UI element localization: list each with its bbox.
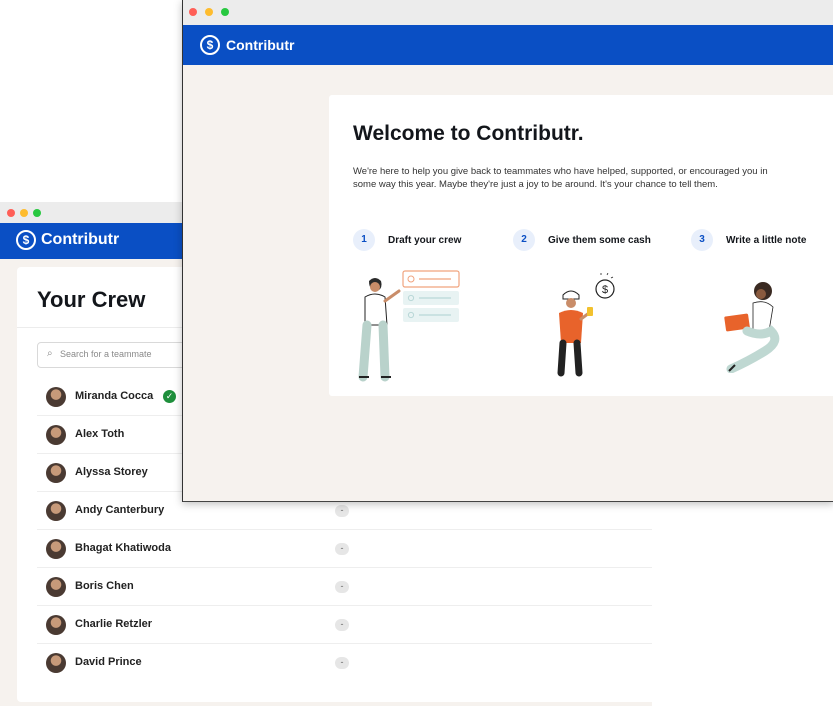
dollar-coin-icon: $ [16, 230, 36, 250]
amount-pill[interactable]: - [335, 619, 349, 631]
maximize-window-button[interactable] [221, 8, 229, 16]
amount-pill[interactable]: - [335, 581, 349, 593]
member-name: David Prince [75, 656, 142, 668]
amount-pill[interactable]: - [335, 657, 349, 669]
check-circle-icon: ✓ [163, 390, 176, 403]
crew-member-row[interactable]: Bhagat Khatiwoda - [37, 530, 652, 568]
search-icon: ⌕ [47, 348, 53, 359]
member-name: Bhagat Khatiwoda [75, 542, 171, 554]
brand-name[interactable]: Contributr [41, 230, 119, 250]
brand-name[interactable]: Contributr [226, 36, 294, 54]
avatar [46, 577, 66, 597]
page-title: Your Crew [37, 287, 146, 312]
app-header: $ Contributr [183, 25, 833, 65]
close-window-button[interactable] [7, 209, 15, 217]
minimize-window-button[interactable] [20, 209, 28, 217]
avatar [46, 615, 66, 635]
draft-crew-illustration [358, 270, 460, 382]
crew-member-row[interactable]: Boris Chen - [37, 568, 652, 606]
member-name: Charlie Retzler [75, 618, 153, 630]
amount-pill[interactable]: - [335, 505, 349, 517]
welcome-window: $ Contributr Welcome to Contributr. We'r… [182, 0, 833, 502]
member-name: Andy Canterbury [75, 504, 165, 516]
crew-member-row[interactable]: David Prince - [37, 644, 652, 682]
give-cash-illustration: $ [557, 273, 615, 377]
search-placeholder: Search for a teammate [60, 349, 152, 359]
step-number-1: 1 [353, 229, 375, 251]
search-input[interactable]: ⌕ Search for a teammate [37, 342, 187, 368]
avatar [46, 463, 66, 483]
welcome-card: Welcome to Contributr. We're here to hel… [329, 95, 833, 396]
maximize-window-button[interactable] [33, 209, 41, 217]
avatar [46, 653, 66, 673]
svg-text:$: $ [602, 284, 608, 296]
member-name: Alex Toth [75, 428, 125, 440]
welcome-text: We're here to help you give back to team… [353, 166, 768, 190]
step-label-note: Write a little note [726, 235, 807, 246]
member-name: Miranda Cocca [75, 390, 154, 402]
close-window-button[interactable] [189, 8, 197, 16]
step-number-3: 3 [691, 229, 713, 251]
welcome-title: Welcome to Contributr. [353, 122, 584, 145]
avatar [46, 501, 66, 521]
member-name: Alyssa Storey [75, 466, 148, 478]
amount-pill[interactable]: - [335, 543, 349, 555]
avatar [46, 539, 66, 559]
step-label-draft: Draft your crew [388, 235, 462, 246]
write-note-illustration [724, 282, 780, 373]
crew-member-row[interactable]: Charlie Retzler - [37, 606, 652, 644]
minimize-window-button[interactable] [205, 8, 213, 16]
step-number-2: 2 [513, 229, 535, 251]
dollar-coin-icon: $ [200, 35, 220, 55]
member-name: Boris Chen [75, 580, 134, 592]
step-label-cash: Give them some cash [548, 235, 651, 246]
avatar [46, 425, 66, 445]
window-titlebar [183, 0, 833, 25]
avatar [46, 387, 66, 407]
